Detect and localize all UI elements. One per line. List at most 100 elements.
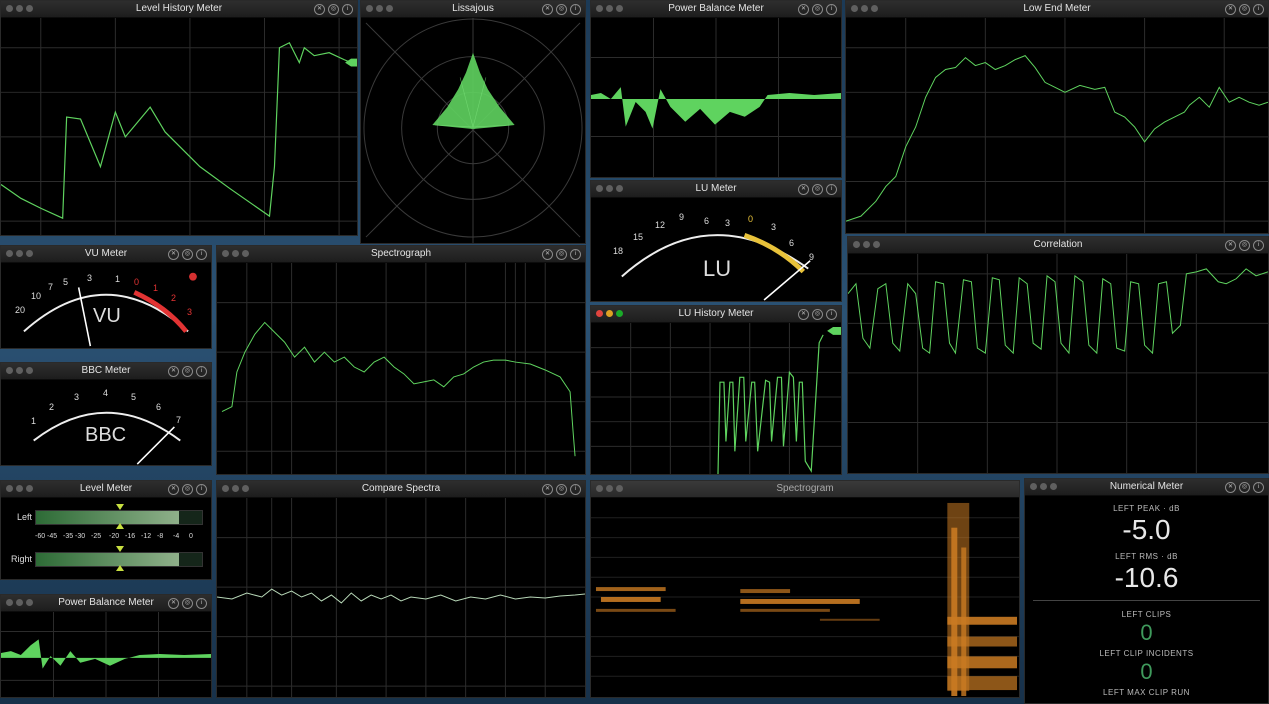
- compare-spectra-plot: [217, 498, 585, 697]
- level-history-window: Level History Meter ✕ ◎ i: [0, 0, 358, 236]
- title-bar[interactable]: Low End Meter ✕ ◎ i: [846, 1, 1268, 18]
- close-icon[interactable]: ✕: [542, 484, 553, 495]
- title-bar[interactable]: Numerical Meter ✕ ◎ i: [1025, 479, 1268, 496]
- lu-history-window: LU History Meter ✕ ◎ i: [590, 305, 842, 475]
- info-icon[interactable]: i: [1253, 240, 1264, 251]
- info-icon[interactable]: i: [826, 184, 837, 195]
- compare-spectra-window: Compare Spectra ✕ ◎ i: [216, 480, 586, 698]
- lu-tick-label: 12: [655, 220, 666, 230]
- info-icon[interactable]: i: [570, 484, 581, 495]
- title-bar[interactable]: BBC Meter ✕ ◎ i: [1, 363, 211, 380]
- close-icon[interactable]: ✕: [168, 366, 179, 377]
- lu-big-label: LU: [703, 256, 732, 281]
- window-title: Correlation: [1033, 239, 1083, 250]
- pin-icon[interactable]: ◎: [1239, 482, 1250, 493]
- pin-icon[interactable]: ◎: [556, 4, 567, 15]
- close-icon[interactable]: ✕: [1225, 482, 1236, 493]
- lu-tick-label: 6: [789, 238, 795, 248]
- vu-tick-label: 1: [153, 283, 159, 293]
- info-icon[interactable]: i: [196, 598, 207, 609]
- close-icon[interactable]: ✕: [168, 249, 179, 260]
- close-icon[interactable]: ✕: [1225, 4, 1236, 15]
- title-bar[interactable]: Power Balance Meter ✕ ◎ i: [1, 595, 211, 612]
- close-icon[interactable]: ✕: [168, 484, 179, 495]
- close-icon[interactable]: ✕: [1225, 240, 1236, 251]
- vu-dial: 20 10 7 5 3 1 0 1 2 3 VU: [1, 263, 211, 348]
- title-bar[interactable]: Lissajous ✕ ◎ i: [361, 1, 585, 18]
- low-end-trace: [846, 55, 1268, 222]
- title-bar[interactable]: Spectrogram: [591, 481, 1019, 498]
- pin-icon[interactable]: ◎: [1239, 240, 1250, 251]
- left-clip-incidents-value: 0: [1140, 659, 1153, 684]
- lu-tick-label: 9: [809, 252, 815, 262]
- pin-icon[interactable]: ◎: [182, 366, 193, 377]
- title-bar[interactable]: LU History Meter ✕ ◎ i: [591, 306, 841, 323]
- info-icon[interactable]: i: [196, 249, 207, 260]
- info-icon[interactable]: i: [1253, 4, 1264, 15]
- level-meter-window: Level Meter ✕ ◎ i Left -60 -45 -35 -30 -25…: [0, 480, 212, 580]
- title-bar[interactable]: Compare Spectra ✕ ◎ i: [217, 481, 585, 498]
- lissajous-plot: [361, 18, 585, 243]
- numerical-meter-window: Numerical Meter ✕ ◎ i LEFT PEAK · dB -5.0 …: [1024, 478, 1269, 704]
- info-icon[interactable]: i: [570, 4, 581, 15]
- title-bar[interactable]: Spectrograph ✕ ◎ i: [217, 246, 585, 263]
- power-balance-plot: [591, 18, 841, 177]
- bbc-tick-label: 4: [103, 388, 109, 398]
- window-title: Spectrogram: [776, 483, 834, 494]
- left-clips-value: 0: [1140, 620, 1153, 645]
- lu-tick-label: 15: [633, 232, 644, 242]
- close-icon[interactable]: ✕: [798, 184, 809, 195]
- spectrogram-bands: [595, 502, 1018, 697]
- info-icon[interactable]: i: [826, 4, 837, 15]
- peak-marker-icon: [116, 523, 124, 529]
- pin-icon[interactable]: ◎: [182, 249, 193, 260]
- pin-icon[interactable]: ◎: [182, 598, 193, 609]
- title-bar[interactable]: Level History Meter ✕ ◎ i: [1, 1, 357, 18]
- close-icon[interactable]: ✕: [168, 598, 179, 609]
- close-icon[interactable]: ✕: [314, 4, 325, 15]
- bbc-dial: 1 2 3 4 5 6 7 BBC: [1, 380, 211, 465]
- vu-tick-label: 7: [48, 282, 54, 292]
- pin-icon[interactable]: ◎: [328, 4, 339, 15]
- window-title: Level History Meter: [135, 3, 223, 14]
- pin-icon[interactable]: ◎: [1239, 4, 1250, 15]
- close-icon[interactable]: ✕: [798, 309, 809, 320]
- close-icon[interactable]: ✕: [542, 249, 553, 260]
- peak-marker-icon: [116, 565, 124, 571]
- vu-tick-label: 0: [134, 277, 140, 287]
- vu-tick-label: 2: [171, 293, 177, 303]
- pin-icon[interactable]: ◎: [812, 184, 823, 195]
- lu-tick-label: 18: [613, 246, 624, 256]
- left-peak-value: -5.0: [1122, 514, 1171, 545]
- info-icon[interactable]: i: [196, 366, 207, 377]
- pin-icon[interactable]: ◎: [812, 4, 823, 15]
- left-clips-label: LEFT CLIPS: [1121, 610, 1172, 619]
- peak-led-icon: [189, 272, 197, 281]
- left-max-clip-run-label: LEFT MAX CLIP RUN: [1103, 688, 1190, 697]
- lu-tick-label: 0: [748, 214, 754, 224]
- info-icon[interactable]: i: [570, 249, 581, 260]
- vu-tick-label: 3: [187, 307, 193, 317]
- pin-icon[interactable]: ◎: [556, 484, 567, 495]
- bbc-tick-label: 2: [49, 402, 55, 412]
- pin-icon[interactable]: ◎: [812, 309, 823, 320]
- pin-icon[interactable]: ◎: [182, 484, 193, 495]
- close-icon[interactable]: ✕: [798, 4, 809, 15]
- info-icon[interactable]: i: [342, 4, 353, 15]
- pin-icon[interactable]: ◎: [556, 249, 567, 260]
- title-bar[interactable]: VU Meter ✕ ◎ i: [1, 246, 211, 263]
- window-title: Low End Meter: [1023, 3, 1091, 14]
- vu-tick-label: 3: [87, 273, 93, 283]
- title-bar[interactable]: Power Balance Meter ✕ ◎ i: [591, 1, 841, 18]
- bbc-tick-label: 1: [31, 416, 37, 426]
- title-bar[interactable]: Correlation ✕ ◎ i: [848, 237, 1268, 254]
- info-icon[interactable]: i: [196, 484, 207, 495]
- vu-big-label: VU: [93, 305, 121, 327]
- info-icon[interactable]: i: [1253, 482, 1264, 493]
- bbc-big-label: BBC: [85, 424, 127, 446]
- title-bar[interactable]: Level Meter ✕ ◎ i: [1, 481, 211, 498]
- info-icon[interactable]: i: [826, 309, 837, 320]
- title-bar[interactable]: LU Meter ✕ ◎ i: [591, 181, 841, 198]
- peak-marker-icon: [116, 504, 124, 510]
- close-icon[interactable]: ✕: [542, 4, 553, 15]
